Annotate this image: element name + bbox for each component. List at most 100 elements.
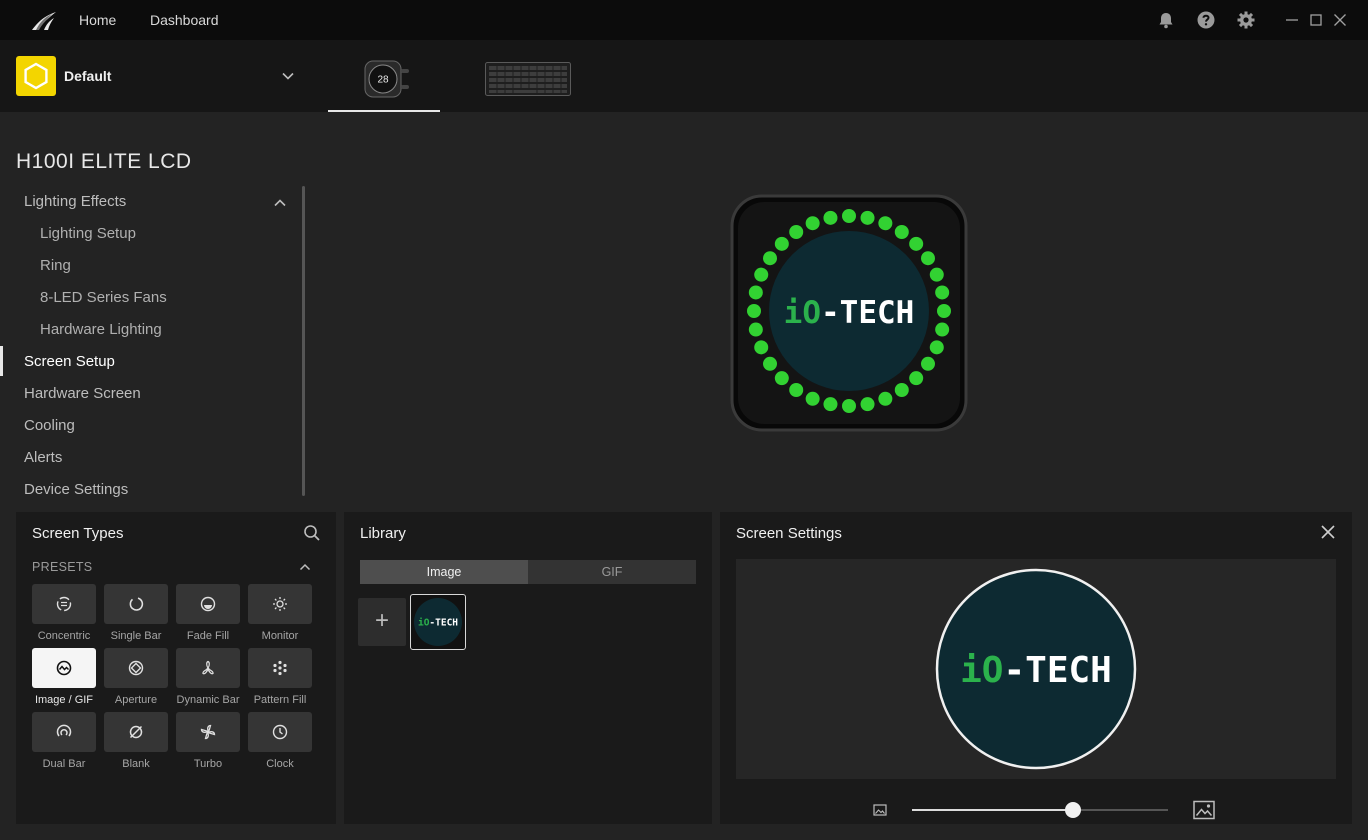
chevron-up-icon[interactable] — [298, 560, 312, 574]
device-tab-cooler[interactable]: 28 — [328, 40, 440, 112]
screen-preview-image[interactable]: iO-TECH — [934, 567, 1138, 771]
led-dot — [860, 397, 875, 412]
led-dot — [878, 216, 893, 231]
search-icon[interactable] — [303, 524, 321, 542]
keyboard-device-icon — [485, 62, 571, 96]
concentric-icon — [56, 596, 72, 612]
tab-image[interactable]: Image — [360, 560, 528, 584]
led-dot — [747, 304, 761, 318]
fade-fill-icon — [200, 596, 216, 612]
monitor-icon — [273, 597, 287, 611]
led-dot — [937, 304, 951, 318]
preset-pattern-fill[interactable] — [248, 648, 312, 688]
cooler-pump-preview: iO-TECH — [730, 194, 968, 432]
nav-home[interactable]: Home — [79, 12, 116, 28]
sidebar-item-alerts[interactable]: Alerts — [24, 449, 62, 466]
preset-label: Image / GIF — [34, 694, 94, 706]
preset-label: Dynamic Bar — [176, 694, 240, 706]
title-bar: Home Dashboard — [0, 0, 1368, 40]
led-dot — [805, 216, 820, 231]
led-dot — [754, 267, 769, 282]
preset-fade-fill[interactable] — [176, 584, 240, 624]
preset-single-bar[interactable] — [104, 584, 168, 624]
thumb-tech-text: -TECH — [429, 618, 458, 629]
led-dot — [842, 209, 856, 223]
nav-dashboard[interactable]: Dashboard — [150, 12, 219, 28]
sidebar-item-8-led-series-fans[interactable]: 8-LED Series Fans — [40, 289, 167, 306]
preset-concentric[interactable] — [32, 584, 96, 624]
profile-badge[interactable] — [16, 56, 56, 96]
led-dot — [878, 391, 893, 406]
preset-monitor[interactable] — [248, 584, 312, 624]
logo-io-text: iO — [784, 295, 821, 331]
sidebar-item-screen-setup[interactable]: Screen Setup — [24, 353, 115, 370]
minimize-icon[interactable] — [1282, 10, 1302, 30]
zoom-slider-thumb[interactable] — [1065, 802, 1082, 818]
cooler-device-icon: 28 — [364, 60, 409, 98]
preset-turbo[interactable] — [176, 712, 240, 752]
gear-icon[interactable] — [1236, 10, 1256, 30]
device-title: H100I ELITE LCD — [16, 150, 192, 173]
sidebar-item-hardware-screen[interactable]: Hardware Screen — [24, 385, 141, 402]
preset-dual-bar[interactable] — [32, 712, 96, 752]
preset-label: Turbo — [193, 758, 223, 770]
profile-bar: Default 28 — [0, 40, 1368, 112]
preset-label: Concentric — [37, 630, 91, 642]
sidebar-scrollbar[interactable] — [302, 186, 305, 496]
screen-preview-area: iO-TECH — [736, 559, 1336, 779]
chevron-up-icon[interactable] — [272, 195, 288, 211]
bell-icon[interactable] — [1156, 10, 1176, 30]
help-icon[interactable] — [1196, 10, 1216, 30]
tab-gif[interactable]: GIF — [528, 560, 696, 584]
preset-label: Monitor — [261, 630, 299, 642]
led-dot — [929, 340, 944, 355]
turbo-icon — [200, 724, 216, 740]
maximize-icon[interactable] — [1306, 10, 1326, 30]
preset-label: Blank — [122, 758, 150, 770]
led-dot — [763, 251, 778, 266]
led-dot — [842, 399, 856, 413]
sidebar-item-hardware-lighting[interactable]: Hardware Lighting — [40, 321, 162, 338]
preset-aperture[interactable] — [104, 648, 168, 688]
preset-label: Clock — [266, 758, 294, 770]
led-dot — [909, 236, 924, 251]
led-dot — [789, 382, 804, 397]
preset-blank[interactable] — [104, 712, 168, 752]
add-image-button[interactable]: + — [358, 598, 406, 646]
screen-settings-title: Screen Settings — [736, 525, 842, 542]
svg-text:iO-TECH: iO-TECH — [960, 650, 1112, 691]
hexagon-icon — [24, 62, 48, 90]
preset-label: Fade Fill — [186, 630, 230, 642]
profile-name[interactable]: Default — [64, 68, 111, 84]
sidebar-item-ring[interactable]: Ring — [40, 257, 71, 274]
pattern-fill-icon — [273, 660, 287, 676]
blank-icon — [129, 725, 143, 739]
led-dot — [754, 340, 769, 355]
preset-image-gif[interactable] — [32, 648, 96, 688]
zoom-slider-fill — [912, 809, 1074, 811]
corsair-logo-icon[interactable] — [30, 8, 58, 32]
single-bar-icon — [129, 597, 144, 611]
preset-dynamic-bar[interactable] — [176, 648, 240, 688]
library-image-thumbnail[interactable]: iO-TECH — [410, 594, 466, 650]
chevron-down-icon[interactable] — [280, 68, 296, 84]
led-dot — [763, 356, 778, 371]
sidebar-item-lighting-effects[interactable]: Lighting Effects — [24, 193, 126, 210]
preset-label: Pattern Fill — [253, 694, 307, 706]
close-icon[interactable] — [1330, 10, 1350, 30]
screen-types-panel: Screen Types PRESETS Concentric Single B… — [16, 512, 336, 824]
close-icon[interactable] — [1320, 524, 1336, 540]
led-dot — [774, 371, 789, 386]
preset-clock[interactable] — [248, 712, 312, 752]
thumb-io-text: iO — [418, 618, 430, 629]
sidebar-item-lighting-setup[interactable]: Lighting Setup — [40, 225, 136, 242]
sidebar-item-cooling[interactable]: Cooling — [24, 417, 75, 434]
led-dot — [789, 225, 804, 240]
dual-bar-icon — [56, 724, 72, 737]
led-dot — [894, 225, 909, 240]
sidebar-item-device-settings[interactable]: Device Settings — [24, 481, 128, 498]
device-tab-keyboard[interactable] — [470, 40, 586, 112]
led-dot — [935, 285, 950, 300]
led-dot — [774, 236, 789, 251]
svg-text:iO-TECH: iO-TECH — [418, 618, 458, 629]
